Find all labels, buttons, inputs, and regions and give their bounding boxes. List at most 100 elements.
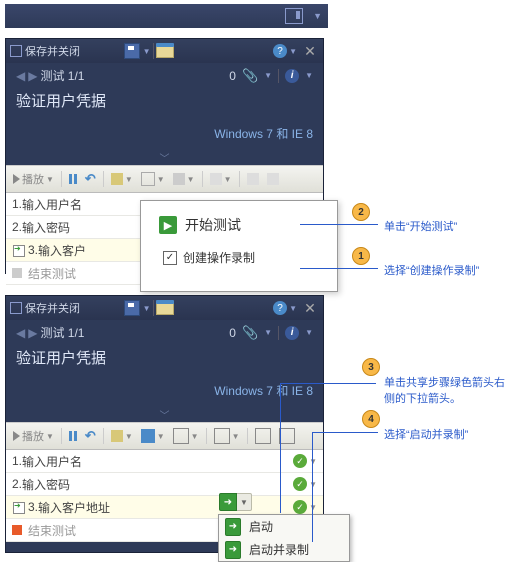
tool-icon (173, 428, 189, 444)
tool-button[interactable]: ▼ (170, 171, 198, 187)
step-status[interactable]: ✓▼ (293, 477, 317, 491)
undo-button[interactable]: ↶ (82, 426, 99, 446)
undo-icon: ↶ (85, 171, 96, 187)
step-status[interactable]: ✓▼ (293, 500, 317, 514)
launch-menu: ➜ 启动 ➜ 启动并录制 (218, 514, 350, 562)
pause-button[interactable] (66, 172, 80, 186)
save-button[interactable] (123, 42, 141, 60)
help-icon: ? (273, 44, 287, 58)
paperclip-icon[interactable]: 📎 (242, 68, 258, 84)
test-counter: 测试 1/1 (40, 324, 84, 341)
step-status[interactable]: ✓▼ (293, 454, 317, 468)
tool-icon (173, 173, 185, 185)
open-button[interactable] (156, 299, 174, 317)
tool-icon (111, 173, 123, 185)
step-text: 输入用户名 (22, 196, 82, 213)
undo-button[interactable]: ↶ (82, 169, 99, 189)
tool-icon (247, 173, 259, 185)
step-number: 2. (12, 220, 22, 234)
environment-label: Windows 7 和 IE 8 (6, 119, 323, 148)
pause-icon (69, 431, 77, 441)
chevron-down-icon[interactable]: ﹀ (6, 150, 323, 165)
dropdown-icon[interactable]: ▼ (264, 71, 272, 80)
dropdown-icon[interactable]: ▼ (143, 304, 151, 313)
chevron-down-icon: ▼ (46, 432, 54, 441)
step-number: 1. (12, 197, 22, 211)
test-title: 验证用户凭据 (6, 88, 323, 119)
tool-button[interactable]: ▼ (108, 428, 136, 444)
play-icon (13, 174, 20, 184)
step-text: 输入密码 (22, 219, 70, 236)
tool-icon (141, 429, 155, 443)
play-icon: ▶ (159, 216, 177, 234)
step-row[interactable]: 1. 输入用户名✓▼ (6, 450, 323, 473)
info-icon[interactable]: i (285, 69, 299, 83)
save-button[interactable] (123, 299, 141, 317)
step-row[interactable]: 2. 输入密码✓▼ (6, 473, 323, 496)
open-folder-icon (156, 44, 174, 58)
pause-button[interactable] (66, 429, 80, 443)
callout-text-2: 单击“开始测试” (384, 218, 457, 234)
step-number: 3. (28, 500, 38, 514)
tool-button[interactable] (244, 171, 262, 187)
help-icon: ? (273, 301, 287, 315)
tool-button[interactable]: ▼ (211, 426, 243, 446)
nav-next-icon[interactable]: ▶ (28, 69, 34, 83)
nav-prev-icon[interactable]: ◀ (16, 69, 22, 83)
tool-button[interactable]: ▼ (138, 427, 168, 445)
help-button[interactable]: ? (271, 299, 289, 317)
menu-item-launch[interactable]: ➜ 启动 (219, 515, 349, 538)
close-button[interactable]: ✕ (301, 42, 319, 60)
paperclip-icon[interactable]: 📎 (242, 325, 258, 341)
tool-icon (210, 173, 222, 185)
step-number: 1. (12, 454, 22, 468)
tool-button[interactable]: ▼ (138, 170, 168, 188)
create-recording-checkbox[interactable]: ✓ 创建操作录制 (163, 249, 319, 266)
layout-icon[interactable] (285, 8, 303, 24)
help-button[interactable]: ? (271, 42, 289, 60)
titlebar: 保存并关闭 ▼ ? ▼ ✕ (6, 296, 323, 320)
tool-button[interactable]: ▼ (207, 171, 235, 187)
callout-badge-3: 3 (362, 358, 380, 376)
step-text: 输入密码 (22, 476, 70, 493)
chevron-down-icon: ▼ (309, 457, 317, 466)
close-button[interactable]: ✕ (301, 299, 319, 317)
tool-icon (255, 428, 271, 444)
chevron-down-icon: ▼ (309, 503, 317, 512)
step-text: 结束测试 (28, 265, 76, 282)
end-icon (12, 525, 22, 535)
chevron-down-icon[interactable]: ▼ (237, 493, 252, 511)
dropdown-icon[interactable]: ▼ (289, 47, 297, 56)
open-folder-icon (156, 301, 174, 315)
dropdown-icon[interactable]: ▼ (305, 71, 313, 80)
launch-split-button[interactable]: ➜ ▼ (219, 493, 252, 513)
nav-next-icon[interactable]: ▶ (28, 326, 34, 340)
callout-connector (300, 268, 378, 269)
callout-text-3: 单击共享步骤绿色箭头右侧的下拉箭头。 (384, 374, 514, 406)
tool-button[interactable] (264, 171, 282, 187)
callout-connector (312, 432, 313, 542)
checkbox-icon: ✓ (163, 251, 177, 265)
dropdown-icon[interactable]: ▼ (305, 328, 313, 337)
open-button[interactable] (156, 42, 174, 60)
tool-button[interactable]: ▼ (108, 171, 136, 187)
nav-prev-icon[interactable]: ◀ (16, 326, 22, 340)
chevron-down-icon[interactable]: ▼ (313, 11, 322, 21)
dropdown-icon[interactable]: ▼ (264, 328, 272, 337)
tool-button[interactable] (252, 426, 274, 446)
tool-button[interactable]: ▼ (170, 426, 202, 446)
test-nav: ◀ ▶ 测试 1/1 0 📎 ▼ i ▼ (6, 320, 323, 345)
dropdown-icon[interactable]: ▼ (143, 47, 151, 56)
play-button[interactable]: 播放▼ (10, 426, 57, 446)
tool-icon (111, 430, 123, 442)
info-icon[interactable]: i (285, 326, 299, 340)
dropdown-icon[interactable]: ▼ (289, 304, 297, 313)
callout-text-4: 选择“启动并录制” (384, 426, 468, 442)
test-counter: 测试 1/1 (40, 67, 84, 84)
action-toolbar: 播放▼ ↶ ▼ ▼ ▼ ▼ (6, 422, 323, 450)
play-button[interactable]: 播放▼ (10, 169, 57, 189)
tool-button[interactable] (276, 426, 298, 446)
app-icon (10, 302, 22, 314)
start-test-button[interactable]: ▶ 开始测试 (159, 215, 319, 235)
chevron-down-icon[interactable]: ﹀ (6, 407, 323, 422)
